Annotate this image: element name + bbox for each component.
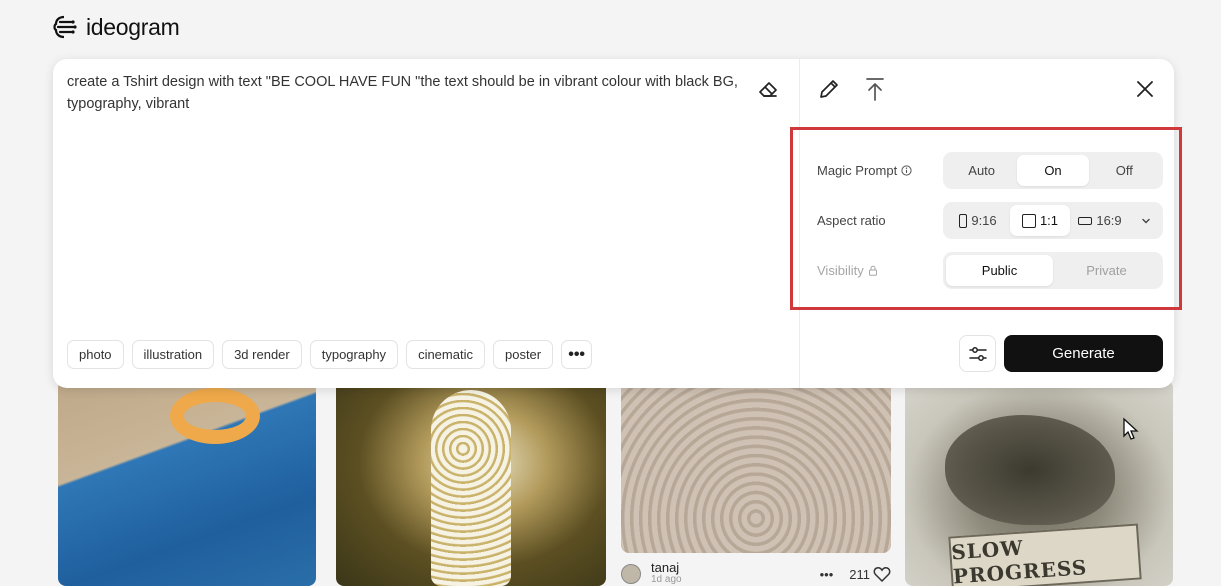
flower-dress (431, 390, 511, 586)
visibility-public[interactable]: Public (946, 255, 1053, 286)
aspect-ratio-selector: 9:16 1:1 16:9 (943, 202, 1163, 239)
magic-prompt-toggle: Auto On Off (943, 152, 1163, 189)
aspect-9-16-label: 9:16 (971, 213, 997, 228)
like-count: 211 (849, 566, 870, 582)
image-gallery: SLOW PROGRESS (0, 380, 1221, 586)
lock-icon (868, 265, 877, 276)
aspect-ratio-row: Aspect ratio 9:16 1:1 16:9 (817, 202, 1163, 239)
tag-photo[interactable]: photo (67, 340, 124, 369)
visibility-private[interactable]: Private (1053, 255, 1160, 286)
style-tag-list: photo illustration 3d render typography … (67, 340, 593, 369)
gallery-image-turtle[interactable]: SLOW PROGRESS (905, 380, 1173, 586)
aspect-16-9[interactable]: 16:9 (1070, 205, 1130, 236)
eraser-icon[interactable] (756, 77, 780, 101)
landscape-ratio-icon (1078, 216, 1093, 225)
card-timestamp: 1d ago (651, 574, 682, 585)
magic-prompt-on[interactable]: On (1017, 155, 1089, 186)
generate-button[interactable]: Generate (1004, 335, 1163, 372)
magic-prompt-row: Magic Prompt Auto On Off (817, 152, 1163, 189)
prompt-input[interactable]: create a Tshirt design with text "BE COO… (67, 71, 757, 115)
magic-prompt-label: Magic Prompt (817, 163, 943, 178)
heart-icon (873, 567, 891, 582)
tag-illustration[interactable]: illustration (131, 340, 215, 369)
square-ratio-icon (1021, 213, 1036, 228)
visibility-text: Visibility (817, 263, 864, 278)
tag-typography[interactable]: typography (309, 340, 399, 369)
more-tags-button[interactable]: ••• (561, 340, 593, 369)
gallery-image-cat-pool[interactable] (58, 380, 316, 586)
visibility-toggle: Public Private (943, 252, 1163, 289)
swim-ring (170, 388, 260, 444)
close-icon[interactable] (1133, 77, 1157, 101)
turtle-shape (945, 415, 1115, 525)
card-more-button[interactable]: ••• (820, 567, 834, 582)
mouse-cursor-icon (1123, 417, 1139, 440)
prompt-panel: create a Tshirt design with text "BE COO… (53, 59, 1182, 388)
aspect-ratio-dropdown[interactable] (1130, 205, 1160, 236)
ideogram-logo[interactable]: ideogram (52, 12, 180, 42)
aspect-1-1-label: 1:1 (1039, 213, 1059, 228)
magic-prompt-text: Magic Prompt (817, 163, 898, 178)
gallery-image-fingerprint[interactable] (621, 380, 891, 553)
visibility-row: Visibility Public Private (817, 252, 1163, 289)
aspect-9-16[interactable]: 9:16 (946, 205, 1010, 236)
tag-3d-render[interactable]: 3d render (222, 340, 302, 369)
sliders-icon (968, 346, 987, 361)
gallery-image-flower-dress[interactable] (336, 380, 606, 586)
info-icon[interactable] (901, 165, 912, 176)
slow-progress-banner: SLOW PROGRESS (948, 523, 1142, 586)
chevron-down-icon (1142, 218, 1150, 223)
tag-poster[interactable]: poster (492, 340, 554, 369)
logo-text: ideogram (86, 13, 180, 40)
upload-icon[interactable] (863, 76, 887, 102)
aspect-16-9-label: 16:9 (1096, 213, 1122, 228)
magic-prompt-off[interactable]: Off (1089, 155, 1160, 186)
card-meta: tanaj 1d ago ••• 211 (621, 561, 891, 586)
portrait-ratio-icon (959, 213, 968, 228)
magic-prompt-auto[interactable]: Auto (946, 155, 1017, 186)
card-username[interactable]: tanaj (651, 561, 682, 574)
pencil-icon[interactable] (817, 77, 841, 101)
aspect-ratio-label: Aspect ratio (817, 213, 886, 228)
visibility-label: Visibility (817, 263, 943, 278)
tag-cinematic[interactable]: cinematic (406, 340, 485, 369)
advanced-settings-button[interactable] (959, 335, 996, 372)
avatar[interactable] (621, 564, 641, 584)
brain-logo-icon (53, 15, 77, 39)
aspect-1-1[interactable]: 1:1 (1010, 205, 1070, 236)
like-button[interactable]: 211 (849, 566, 891, 582)
